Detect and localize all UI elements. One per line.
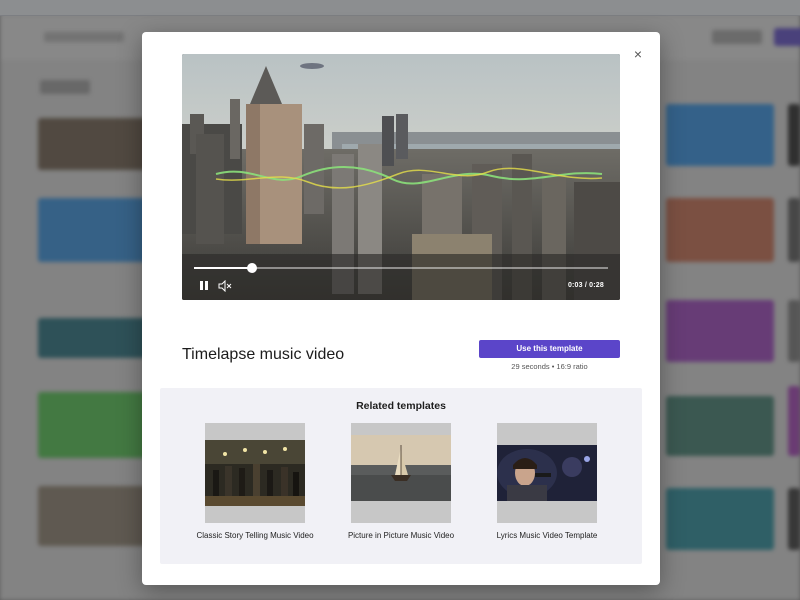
- related-template-label[interactable]: Picture in Picture Music Video: [331, 531, 471, 541]
- related-template-label[interactable]: Lyrics Music Video Template: [477, 531, 617, 541]
- related-templates-heading: Related templates: [356, 400, 446, 412]
- template-title: Timelapse music video: [182, 346, 345, 363]
- progress-fill: [194, 267, 252, 269]
- video-frame-city-timelapse: [182, 54, 620, 300]
- related-template-label[interactable]: Classic Story Telling Music Video: [185, 531, 325, 541]
- singer-microphone-thumbnail[interactable]: [497, 423, 597, 523]
- video-player[interactable]: 0:03 / 0:28: [182, 54, 620, 300]
- close-icon[interactable]: ×: [630, 46, 646, 62]
- progress-scrubber-handle[interactable]: [246, 263, 257, 273]
- template-preview-dialog: × 0:03 / 0:28 Timelapse music video Use …: [142, 32, 660, 585]
- playback-time: 0:03 / 0:28: [567, 282, 604, 289]
- pause-icon[interactable]: [198, 280, 210, 292]
- related-templates-panel: Related templates Classic Story Telling …: [160, 388, 642, 564]
- volume-muted-icon[interactable]: [218, 279, 232, 293]
- use-template-button[interactable]: Use this template: [479, 340, 620, 358]
- concert-crowd-thumbnail[interactable]: [205, 423, 305, 523]
- template-meta: 29 seconds • 16:9 ratio: [511, 362, 588, 371]
- ship-at-sea-thumbnail[interactable]: [351, 423, 451, 523]
